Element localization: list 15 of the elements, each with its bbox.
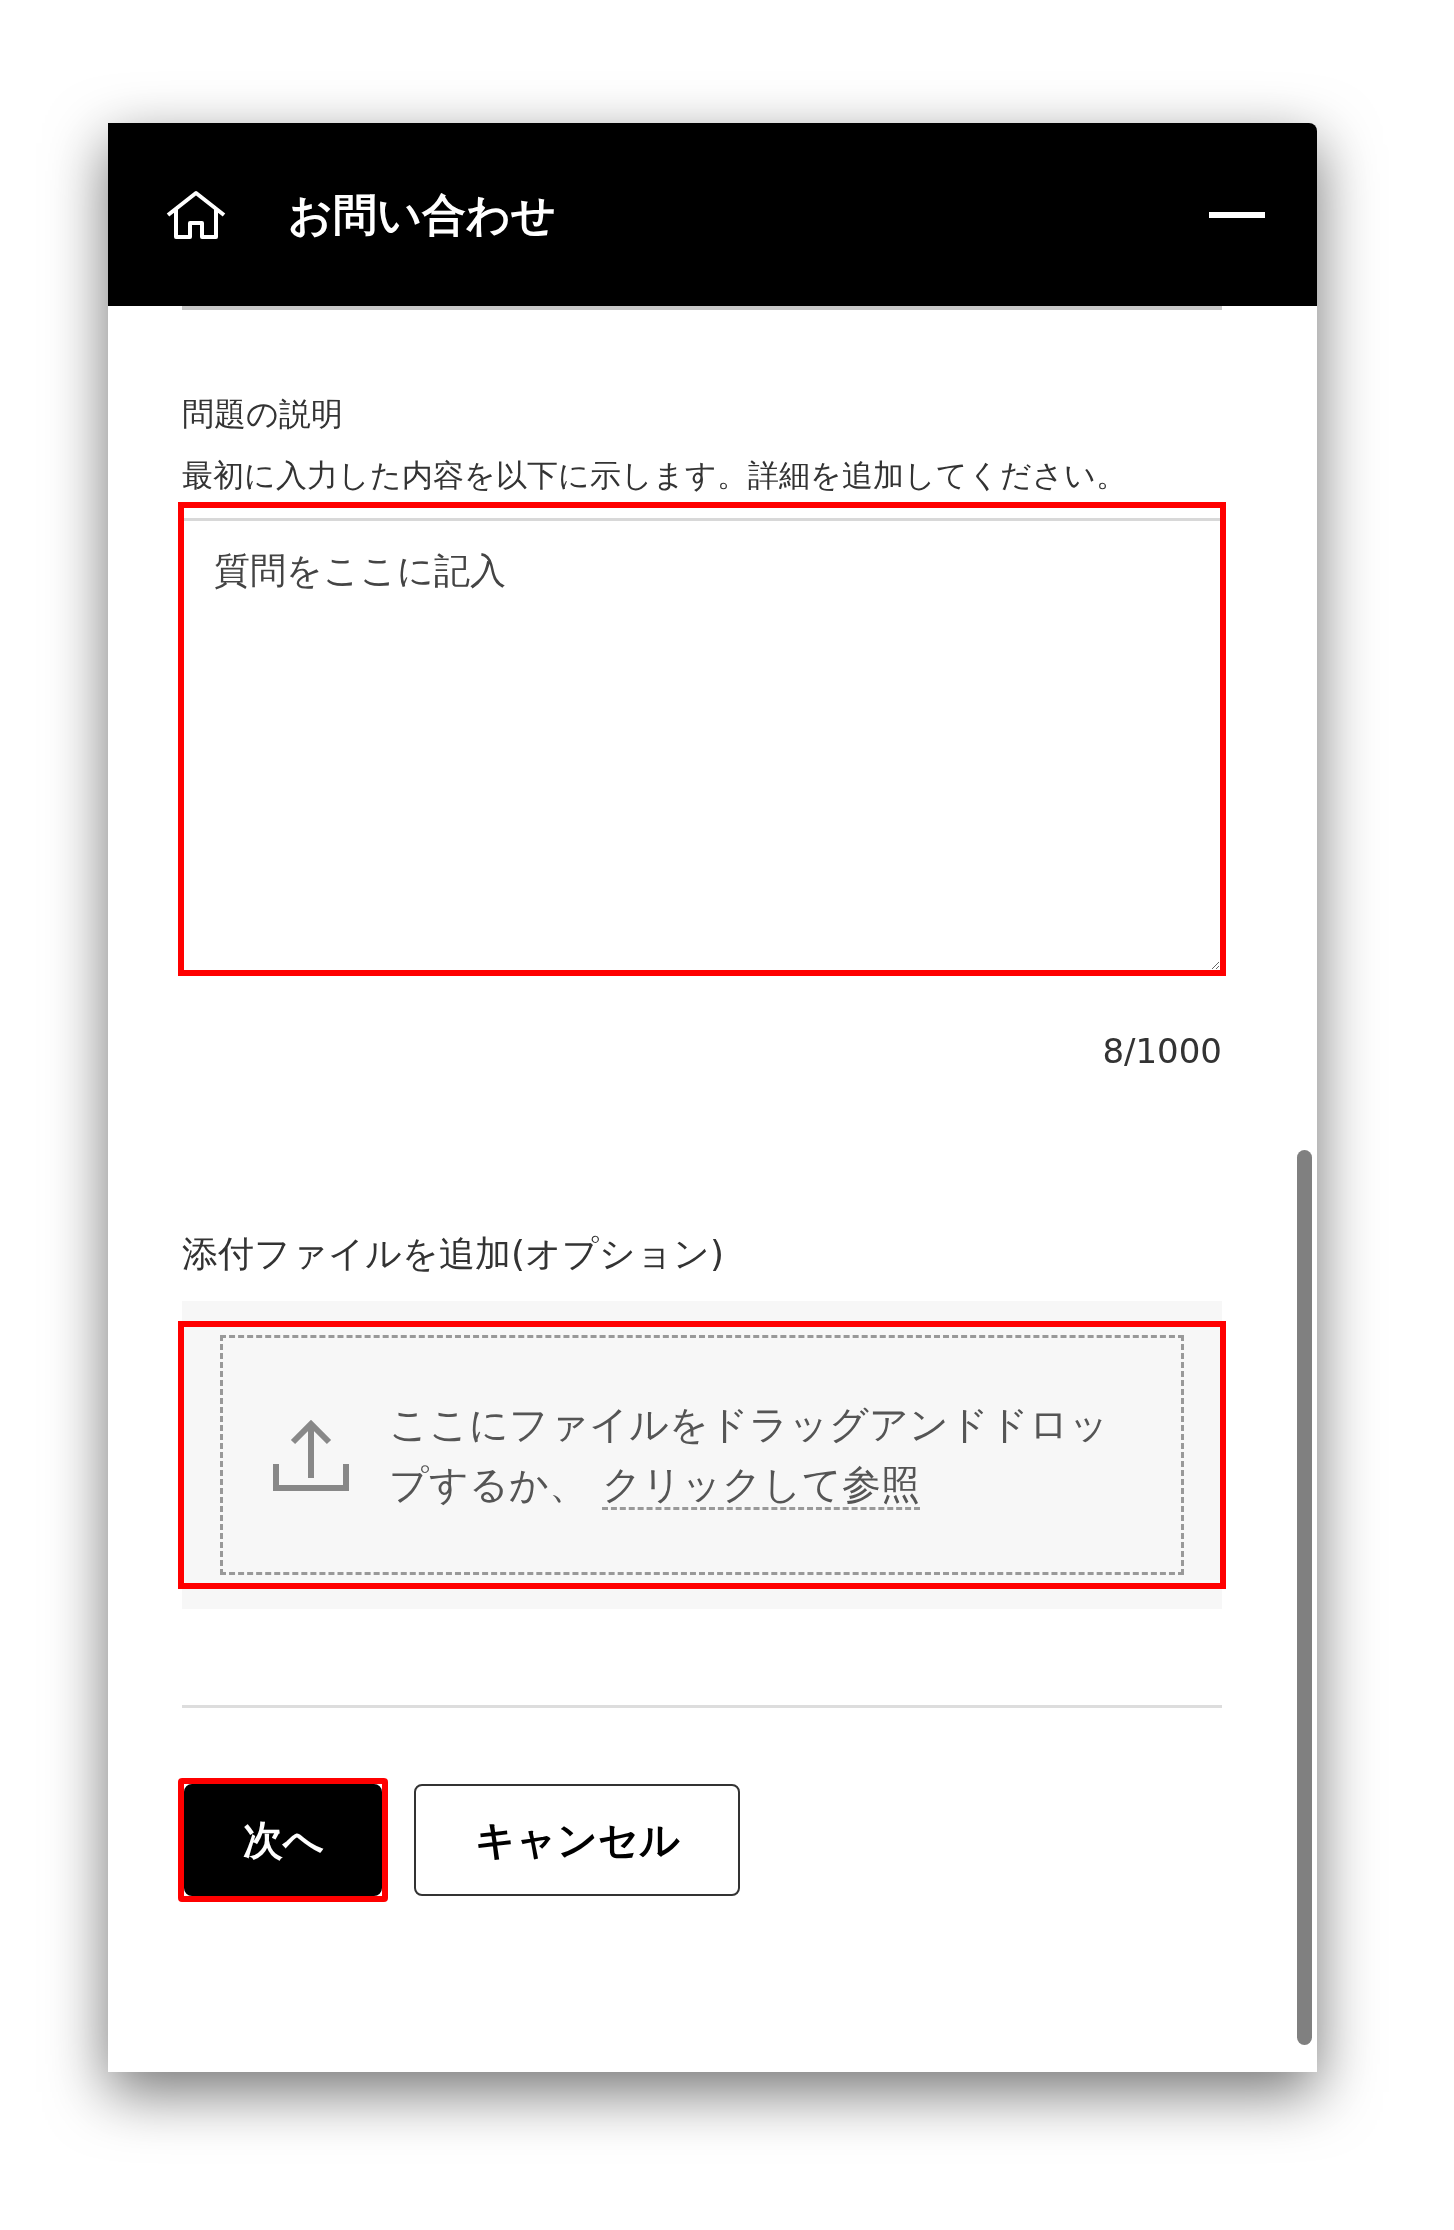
file-dropzone[interactable]: ここにファイルをドラッグアンドドロップするか、 クリックして参照 xyxy=(220,1335,1184,1575)
section-label: 問題の説明 xyxy=(182,394,344,435)
browse-link[interactable]: クリックして参照 xyxy=(602,1462,920,1510)
window-title: お問い合わせ xyxy=(288,187,556,242)
section-label: 添付ファイルを追加(オプション) xyxy=(182,1232,726,1276)
question-field[interactable]: 質問をここに記入 xyxy=(178,502,1226,976)
minimize-icon[interactable] xyxy=(1209,211,1265,218)
home-icon[interactable] xyxy=(164,188,228,241)
character-counter: 8/1000 xyxy=(1101,1030,1222,1073)
dropzone-text: ここにファイルをドラッグアンドドロップするか、 クリックして参照 xyxy=(389,1395,1129,1515)
section-hint: 最初に入力した内容を以下に示します。詳細を追加してください。 xyxy=(182,456,1128,495)
upload-icon xyxy=(273,1418,349,1492)
scrollbar-thumb[interactable] xyxy=(1297,1150,1312,2045)
next-button[interactable]: 次へ xyxy=(184,1784,382,1896)
cancel-button[interactable]: キャンセル xyxy=(414,1784,740,1896)
